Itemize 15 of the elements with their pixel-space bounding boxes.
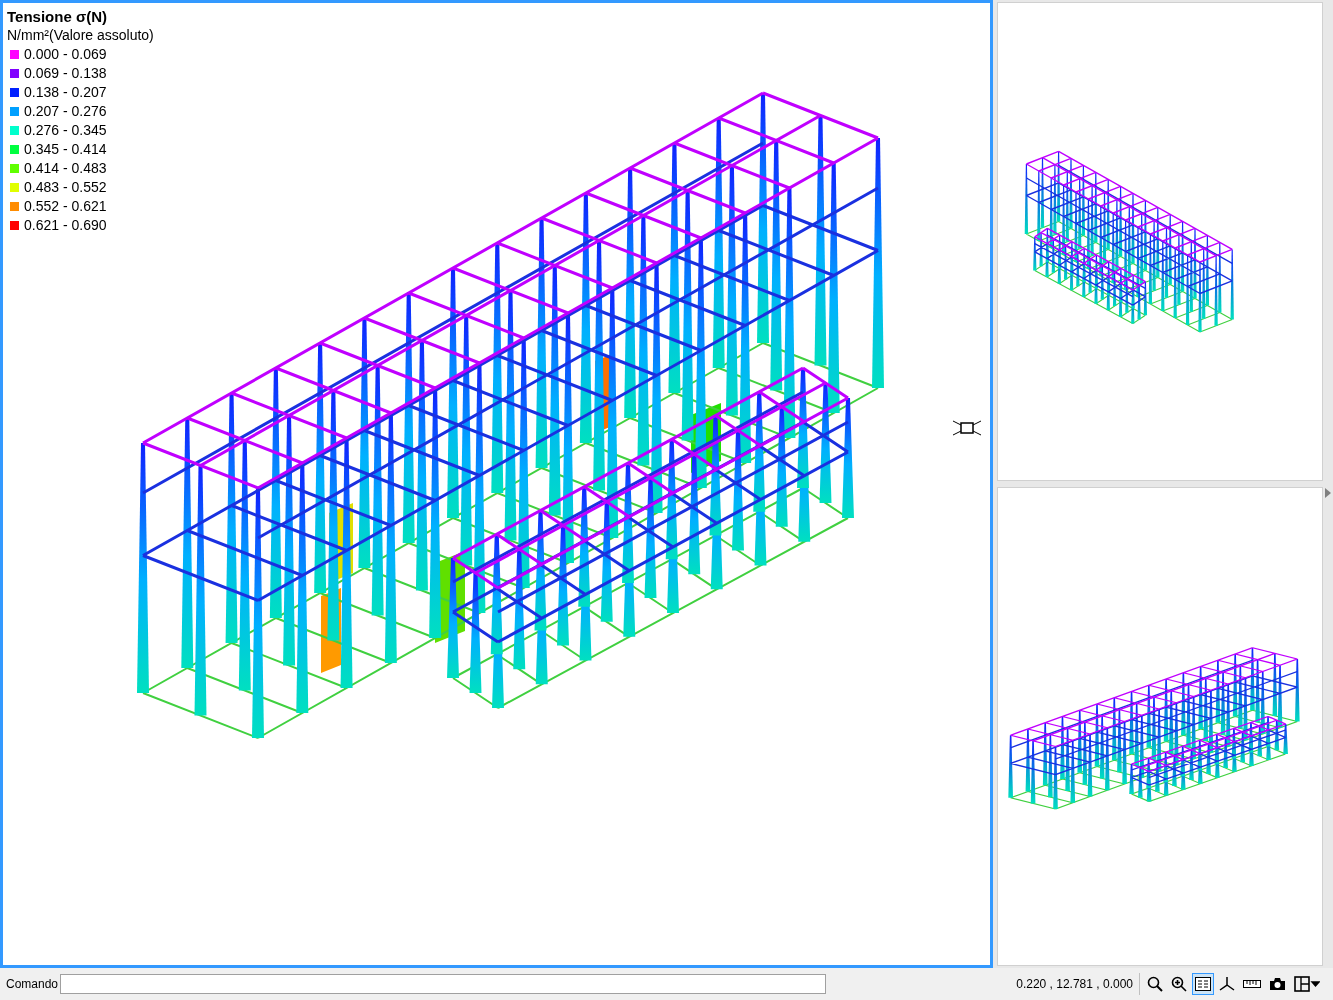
legend-range: 0.483 - 0.552	[24, 178, 107, 197]
legend-range: 0.345 - 0.414	[24, 140, 107, 159]
coordinates-readout: 0.220 , 12.781 , 0.000	[1016, 977, 1133, 991]
legend-range: 0.207 - 0.276	[24, 102, 107, 121]
legend-range: 0.069 - 0.138	[24, 64, 107, 83]
legend-range: 0.138 - 0.207	[24, 83, 107, 102]
main-viewport[interactable]: Tensione σ(N) N/mm²(Valore assoluto) 0.000 - 0.069 0.069 - 0.138 0.138 - 0.207 0.207 - 0.276 0.276 - 0.345 0.345 - 0.414 0.414 - 0.483 0.483 - 0.552 0.552 - 0.621 0.621 - 0.690	[0, 0, 993, 968]
legend-range: 0.621 - 0.690	[24, 216, 107, 235]
legend-unit: N/mm²(Valore assoluto)	[7, 26, 154, 45]
legend-range: 0.000 - 0.069	[24, 45, 107, 64]
legend-range: 0.276 - 0.345	[24, 121, 107, 140]
command-label: Comando	[6, 977, 60, 991]
legend-range: 0.414 - 0.483	[24, 159, 107, 178]
legend-title: Tensione σ(N)	[7, 7, 108, 26]
legend-range: 0.552 - 0.621	[24, 197, 107, 216]
